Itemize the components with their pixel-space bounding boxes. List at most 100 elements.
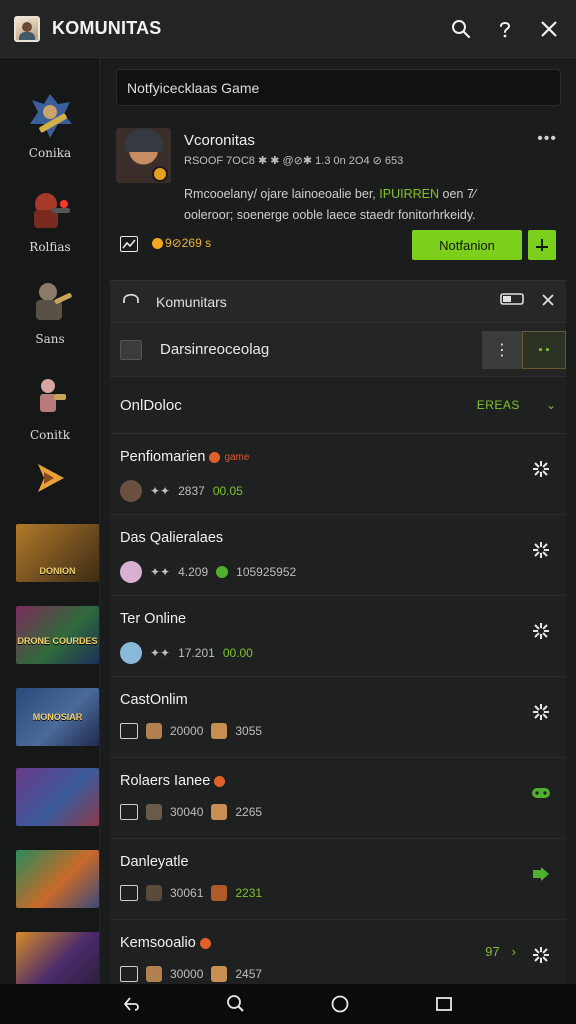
game-name: CastOnlim (120, 692, 188, 708)
ping-value: 2231 (235, 886, 263, 900)
panel-title: Komunitars (156, 293, 227, 310)
post-text-highlight[interactable]: IPUIRREN (379, 187, 439, 201)
sidebar-item-sans[interactable]: Sans (0, 274, 100, 346)
sidebar-item-conika[interactable]: Conika (0, 88, 100, 160)
headset-icon (122, 291, 140, 312)
avatar (211, 966, 228, 982)
flame-icon (209, 451, 221, 463)
top-actions (450, 18, 560, 40)
chevron-right-icon[interactable]: › (512, 944, 516, 959)
red-mech-icon (22, 182, 78, 238)
player-count: 17.201 (178, 646, 215, 660)
flame-icon (214, 775, 226, 787)
recents-square-icon[interactable] (432, 992, 456, 1016)
game-thumbnail[interactable] (16, 850, 99, 908)
player-count: 30061 (170, 886, 204, 900)
sidebar-item-conitk[interactable]: Conitk (0, 370, 100, 442)
controller-icon[interactable]: ▪ ▪ (522, 331, 566, 369)
player-count: 2837 (178, 484, 205, 498)
coin-value: 9⊘269 s (165, 236, 212, 250)
list-item[interactable]: Ter Online ✦✦ 17.201 00.00 (110, 596, 566, 677)
more-options-icon[interactable]: ••• (537, 130, 557, 148)
bottom-nav (0, 984, 576, 1024)
online-header: OnlDoloc EREAS ⌄ (110, 377, 566, 434)
level-badge (152, 166, 168, 182)
avatar (146, 966, 162, 982)
post-author[interactable]: Vcoronitas (184, 132, 255, 149)
post-text-line-end: oen 7⁄ (442, 187, 476, 201)
close-icon[interactable] (542, 293, 554, 311)
list-item[interactable]: Penfiomarien game ✦✦ 2837 00.05 (110, 434, 566, 515)
ping-value: 00.05 (212, 484, 243, 498)
back-icon[interactable] (120, 992, 144, 1016)
search-input[interactable]: Notfyicecklaas Game (116, 69, 561, 106)
avatar (120, 642, 142, 664)
filter-checkbox[interactable] (120, 339, 142, 360)
ping-value: 3055 (235, 724, 263, 738)
ping-value: 2265 (235, 805, 263, 819)
coin-icon (152, 237, 163, 249)
app-title: KOMUNITAS (52, 18, 162, 38)
notification-button[interactable]: Notfanion (412, 230, 522, 260)
image-icon (120, 804, 138, 820)
game-name: Ter Online (120, 611, 187, 627)
game-thumbnail[interactable] (16, 932, 99, 990)
avatar (146, 804, 162, 820)
fighter-icon (22, 370, 78, 426)
home-circle-icon[interactable] (328, 992, 352, 1016)
sort-dropdown[interactable]: EREAS (477, 398, 520, 412)
row-extra: 97 › (485, 944, 516, 959)
avatar (211, 885, 228, 901)
sidebar-label: Conika (28, 146, 72, 160)
chevron-down-icon[interactable]: ⌄ (546, 398, 556, 412)
search-icon[interactable] (450, 18, 472, 40)
close-icon[interactable] (538, 18, 560, 40)
chart-icon[interactable] (120, 236, 138, 252)
list-item[interactable]: Danleyatle 30061 2231 (110, 839, 566, 920)
ping-value: 00.00 (222, 646, 253, 660)
toggle-icon[interactable] (500, 292, 524, 311)
sidebar-item-rolfias[interactable]: Rolfias (0, 182, 100, 254)
star-icon: ✦✦ (150, 484, 171, 498)
green-arrow-icon[interactable] (530, 863, 552, 885)
list-item[interactable]: Das Qalieralaes ✦✦ 4.209 105925952 (110, 515, 566, 596)
armored-hero-icon (22, 274, 78, 330)
help-icon[interactable] (494, 18, 516, 40)
coin-counter: 9⊘269 s (152, 236, 211, 250)
app-logo (14, 15, 40, 42)
gear-star-icon[interactable] (530, 458, 552, 480)
game-thumbnail[interactable]: DRONE COURDES (16, 606, 99, 664)
game-thumbnail[interactable]: DONION (16, 524, 99, 582)
sidebar-label: Rolfias (29, 240, 71, 254)
search-icon[interactable] (224, 992, 248, 1016)
extra-value: 97 (485, 944, 500, 959)
robot-warrior-icon (22, 88, 78, 144)
filter-row: Darsinreoceolag ⋮ ▪ ▪ (110, 323, 566, 377)
top-bar: KOMUNITAS (0, 0, 576, 58)
gear-star-icon[interactable] (530, 944, 552, 966)
image-icon (120, 885, 138, 901)
add-notification-button[interactable] (528, 230, 556, 260)
green-controller-icon[interactable] (530, 782, 552, 804)
image-icon (120, 966, 138, 982)
player-count: 30040 (170, 805, 204, 819)
panel-header: Komunitars (110, 281, 566, 323)
image-icon (120, 723, 138, 739)
gear-star-icon[interactable] (530, 539, 552, 561)
list-item[interactable]: Rolaers Ianee 30040 2265 (110, 758, 566, 839)
post-text-line: Rmcooelany/ ojare lainoeoalie ber, (184, 187, 376, 201)
game-thumbnail[interactable] (16, 768, 99, 826)
sidebar: Conika Rolfias Sans Conitk DONION DRONE … (0, 58, 100, 990)
vertical-dots-icon[interactable]: ⋮ (482, 331, 522, 369)
main-content: Notfyicecklaas Game Vcoronitas RSOOF 7OC… (100, 58, 576, 984)
ping-value: 105925952 (236, 565, 297, 579)
sidebar-item-play[interactable] (0, 450, 100, 506)
gear-star-icon[interactable] (530, 620, 552, 642)
list-item[interactable]: CastOnlim 20000 3055 (110, 677, 566, 758)
gear-star-icon[interactable] (530, 701, 552, 723)
flame-icon (199, 937, 211, 949)
avatar (120, 480, 142, 502)
game-name: Rolaers Ianee (120, 773, 211, 789)
avatar (211, 804, 228, 820)
game-thumbnail[interactable]: MONOSIAR (16, 688, 99, 746)
